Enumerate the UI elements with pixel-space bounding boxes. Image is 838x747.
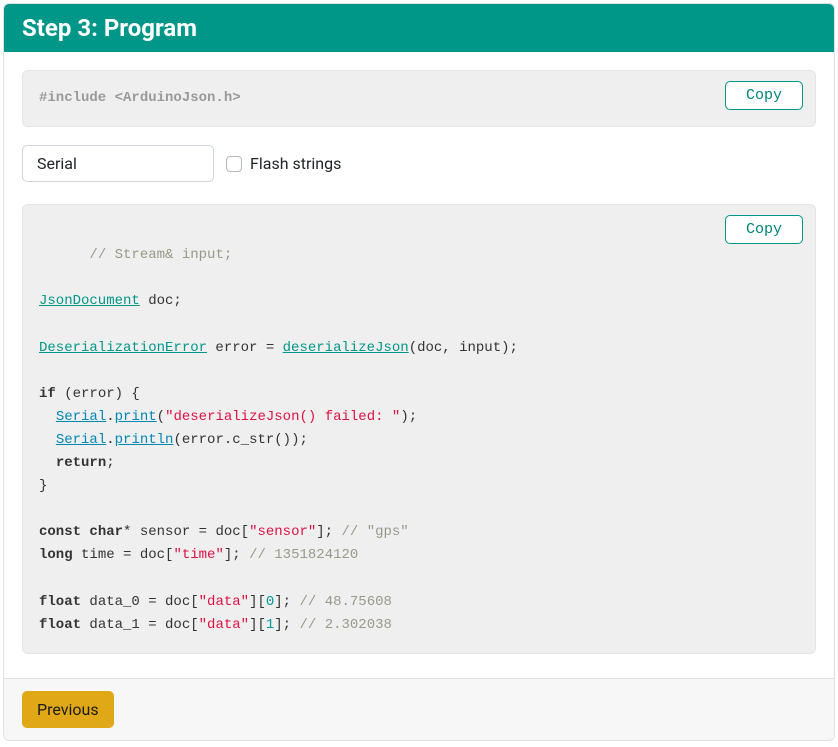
deser-args: (doc, input); bbox=[409, 340, 518, 356]
sensor-2: ]; bbox=[316, 524, 341, 540]
println-args: (error.c_str()); bbox=[173, 432, 307, 448]
d0-2: ][ bbox=[249, 594, 266, 610]
link-jsondocument[interactable]: JsonDocument bbox=[39, 293, 140, 309]
previous-button[interactable]: Previous bbox=[22, 691, 114, 728]
code-comment-input: // Stream& input; bbox=[89, 247, 232, 263]
link-println[interactable]: println bbox=[115, 432, 174, 448]
time-2: ]; bbox=[224, 547, 249, 563]
dot1: . bbox=[106, 409, 114, 425]
doc-decl: doc; bbox=[140, 293, 182, 309]
step-card: Step 3: Program Copy #include <ArduinoJs… bbox=[3, 3, 835, 741]
str-fail: "deserializeJson() failed: " bbox=[165, 409, 400, 425]
sensor-1: * sensor = doc[ bbox=[123, 524, 249, 540]
link-serial-2[interactable]: Serial bbox=[56, 432, 106, 448]
copy-button-include[interactable]: Copy bbox=[725, 81, 803, 110]
d0-1: data_0 = doc[ bbox=[81, 594, 199, 610]
include-filename: <ArduinoJson.h> bbox=[106, 90, 240, 106]
include-directive: #include bbox=[39, 90, 106, 106]
str-sensor: "sensor" bbox=[249, 524, 316, 540]
flash-strings-checkbox[interactable] bbox=[226, 156, 242, 172]
d1-2: ][ bbox=[249, 617, 266, 633]
flash-strings-wrapper[interactable]: Flash strings bbox=[226, 154, 341, 173]
time-1: time = doc[ bbox=[73, 547, 174, 563]
d0-3: ]; bbox=[274, 594, 299, 610]
kw-long: long bbox=[39, 547, 73, 563]
dot2: . bbox=[106, 432, 114, 448]
flash-strings-label: Flash strings bbox=[250, 154, 341, 173]
controls-row: Flash strings bbox=[22, 145, 816, 182]
if-open: (error) { bbox=[56, 386, 140, 402]
str-data-0: "data" bbox=[199, 594, 249, 610]
cmt-gps: // "gps" bbox=[342, 524, 409, 540]
link-deserializejson[interactable]: deserializeJson bbox=[283, 340, 409, 356]
link-print[interactable]: print bbox=[115, 409, 157, 425]
str-data-1: "data" bbox=[199, 617, 249, 633]
return-semi: ; bbox=[106, 455, 114, 471]
include-code-block: Copy #include <ArduinoJson.h> bbox=[22, 70, 816, 127]
kw-char: char bbox=[89, 524, 123, 540]
copy-button-code[interactable]: Copy bbox=[725, 215, 803, 244]
cmt-time: // 1351824120 bbox=[249, 547, 358, 563]
card-footer: Previous bbox=[4, 678, 834, 740]
str-time: "time" bbox=[173, 547, 223, 563]
kw-const: const bbox=[39, 524, 81, 540]
d1-1: data_1 = doc[ bbox=[81, 617, 199, 633]
close-brace: } bbox=[39, 478, 47, 494]
link-deserializationerror[interactable]: DeserializationError bbox=[39, 340, 207, 356]
kw-if: if bbox=[39, 386, 56, 402]
card-header: Step 3: Program bbox=[4, 4, 834, 52]
kw-float-2: float bbox=[39, 617, 81, 633]
cmt-d1: // 2.302038 bbox=[300, 617, 392, 633]
error-eq: error = bbox=[207, 340, 283, 356]
kw-float-1: float bbox=[39, 594, 81, 610]
main-code-block: Copy// Stream& input; JsonDocument doc; … bbox=[22, 204, 816, 654]
link-serial-1[interactable]: Serial bbox=[56, 409, 106, 425]
cmt-d0: // 48.75608 bbox=[300, 594, 392, 610]
input-mode-select[interactable] bbox=[22, 145, 214, 182]
kw-return: return bbox=[56, 455, 106, 471]
card-body: Copy #include <ArduinoJson.h> Flash stri… bbox=[4, 52, 834, 678]
step-title: Step 3: Program bbox=[22, 14, 197, 42]
print-open: ( bbox=[157, 409, 165, 425]
d1-3: ]; bbox=[274, 617, 299, 633]
print-close: ); bbox=[400, 409, 417, 425]
